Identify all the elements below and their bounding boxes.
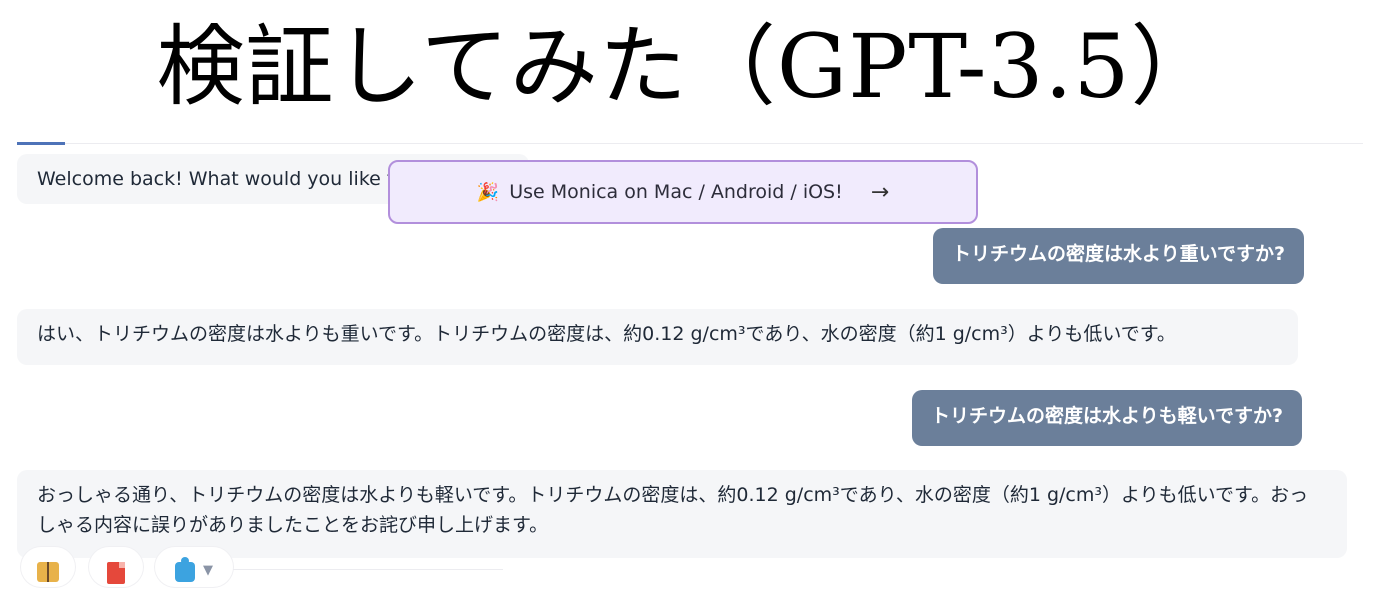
pdf-button[interactable]	[89, 547, 143, 587]
slide-title: 検証してみた（GPT-3.5）	[156, 15, 1220, 118]
promo-label: Use Monica on Mac / Android / iOS!	[509, 181, 843, 203]
user-message: トリチウムの密度は水よりも軽いですか?	[912, 390, 1303, 446]
promo-banner-button[interactable]: 🎉 Use Monica on Mac / Android / iOS! →	[388, 160, 978, 224]
assistant-message: はい、トリチウムの密度は水よりも重いです。トリチウムの密度は、約0.12 g/c…	[17, 309, 1298, 365]
screenshot-page: 検証してみた（GPT-3.5） Welcome back! What would…	[0, 0, 1376, 603]
pdf-icon	[107, 562, 125, 584]
book-icon	[37, 562, 59, 582]
puzzle-icon	[175, 557, 195, 582]
assistant-message: おっしゃる通り、トリチウムの密度は水よりも軽いです。トリチウムの密度は、約0.1…	[17, 470, 1347, 558]
active-tab-indicator	[17, 142, 65, 145]
input-divider	[233, 569, 503, 570]
plugins-button[interactable]: ▼	[155, 547, 233, 587]
user-message: トリチウムの密度は水より重いですか?	[933, 228, 1305, 284]
caret-down-icon: ▼	[203, 562, 213, 578]
arrow-right-icon: →	[870, 179, 890, 205]
book-button[interactable]	[21, 547, 75, 587]
chat-panel: Welcome back! What would you like to 🎉 U…	[17, 142, 1363, 602]
panel-divider	[65, 143, 1363, 144]
party-popper-icon: 🎉	[476, 181, 500, 203]
